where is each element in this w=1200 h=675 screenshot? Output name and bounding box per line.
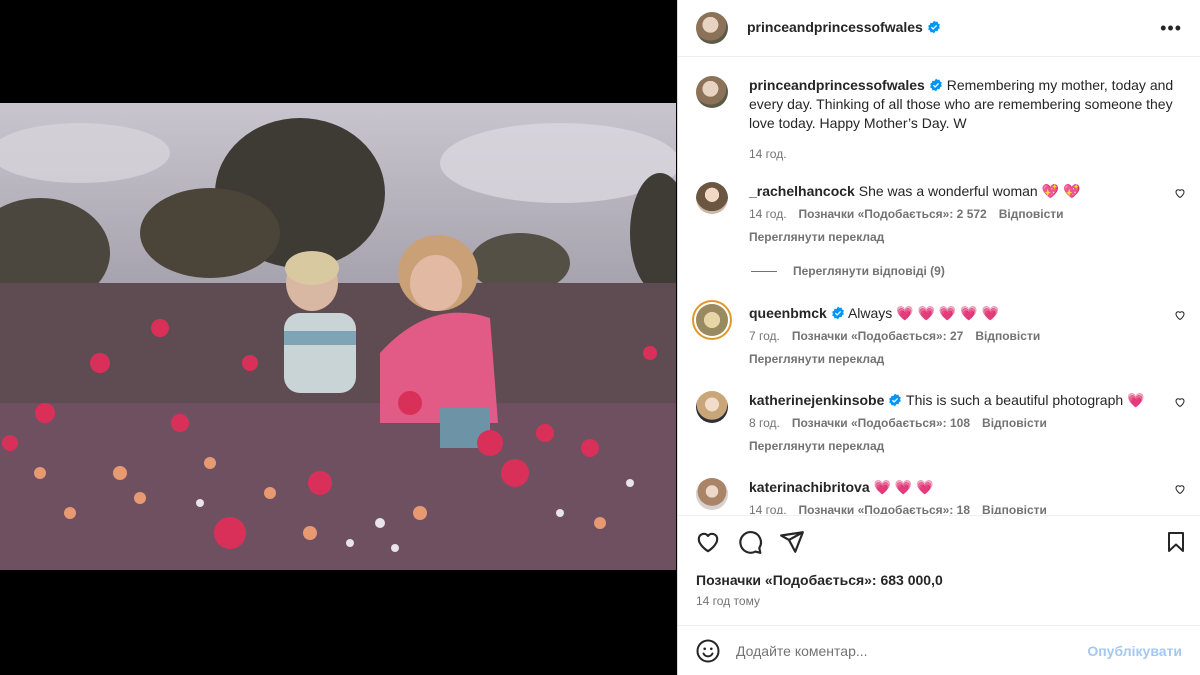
verified-badge-icon [928, 20, 940, 34]
comment-row: _rachelhancock She was a wonderful woman… [696, 182, 1186, 247]
comment-body: katerinachibritova 💗 💗 💗 14 год. Позначки… [749, 478, 1186, 514]
comment-time[interactable]: 14 год. [749, 501, 787, 514]
reply-button[interactable]: Відповісти [982, 414, 1047, 433]
like-comment-heart-icon[interactable] [1174, 396, 1186, 408]
caption-avatar[interactable] [696, 76, 728, 108]
verified-badge-icon [930, 78, 942, 92]
comment-avatar[interactable] [696, 478, 728, 510]
more-options-icon[interactable]: ••• [1160, 18, 1182, 39]
comment-likes[interactable]: Позначки «Подобається»: 18 [799, 501, 970, 514]
comment-row: katherinejenkinsobe This is such a beaut… [696, 391, 1186, 456]
comment-time[interactable]: 8 год. [749, 414, 780, 433]
reply-button[interactable]: Відповісти [982, 501, 1047, 514]
view-replies-label[interactable]: Переглянути відповіді (9) [793, 264, 945, 278]
comment-avatar-story-ring[interactable] [696, 304, 728, 336]
comment-username[interactable]: katerinachibritova [749, 479, 870, 495]
reply-button[interactable]: Відповісти [999, 205, 1064, 224]
emoji-picker-icon[interactable] [696, 639, 720, 663]
action-icons [695, 528, 1188, 556]
comment-text: Always [847, 305, 893, 321]
share-paper-plane-icon[interactable] [779, 529, 805, 555]
comment-avatar[interactable] [696, 182, 728, 214]
comment-text: She was a wonderful woman [858, 183, 1038, 199]
comment-body: katherinejenkinsobe This is such a beaut… [749, 391, 1186, 456]
see-translation-link[interactable]: Переглянути переклад [749, 437, 1186, 456]
comment-body: _rachelhancock She was a wonderful woman… [749, 182, 1186, 247]
comment-likes[interactable]: Позначки «Подобається»: 2 572 [799, 205, 987, 224]
comment-body: queenbmck Always 💗 💗 💗 💗 💗 7 год. Позначк… [749, 304, 1186, 369]
comments-list: princeandprincessofwales Remembering my … [678, 58, 1200, 514]
caption-username[interactable]: princeandprincessofwales [749, 77, 925, 93]
post-photo[interactable] [0, 103, 676, 570]
author-avatar[interactable] [696, 12, 728, 44]
comment-username[interactable]: queenbmck [749, 305, 827, 321]
save-bookmark-icon[interactable] [1164, 529, 1188, 555]
comment-time[interactable]: 7 год. [749, 327, 780, 346]
verified-badge-icon [831, 306, 844, 320]
comment-emojis: 💖 💖 [1041, 183, 1081, 199]
post-media [0, 0, 676, 675]
like-heart-icon[interactable] [695, 529, 721, 555]
comment-username[interactable]: katherinejenkinsobe [749, 392, 884, 408]
replies-divider [751, 270, 777, 272]
see-translation-link[interactable]: Переглянути переклад [749, 350, 1186, 369]
see-translation-link[interactable]: Переглянути переклад [749, 228, 1186, 247]
post-likes-count[interactable]: Позначки «Подобається»: 683 000,0 [696, 572, 943, 588]
post-detail-panel: princeandprincessofwales ••• princeandpr… [677, 0, 1200, 675]
post-date[interactable]: 14 год тому [696, 594, 760, 608]
verified-badge-icon [889, 393, 902, 407]
like-comment-heart-icon[interactable] [1174, 309, 1186, 321]
author-name-wrap: princeandprincessofwales [747, 19, 941, 37]
caption-row: princeandprincessofwales Remembering my … [696, 76, 1186, 164]
comment-bubble-icon[interactable] [737, 529, 763, 555]
comment-text: This is such a beautiful photograph [906, 392, 1124, 408]
comment-likes[interactable]: Позначки «Подобається»: 108 [792, 414, 970, 433]
comment-emojis: 💗 💗 💗 💗 💗 [896, 305, 999, 321]
comment-row: katerinachibritova 💗 💗 💗 14 год. Позначки… [696, 478, 1186, 514]
like-comment-heart-icon[interactable] [1174, 483, 1186, 495]
post-actions: Позначки «Подобається»: 683 000,0 14 год… [678, 515, 1200, 625]
comment-input[interactable]: Додайте коментар... [736, 643, 1087, 659]
photo-illustration [0, 103, 676, 570]
comment-emojis: 💗 💗 💗 [873, 479, 934, 495]
comment-row: queenbmck Always 💗 💗 💗 💗 💗 7 год. Позначк… [696, 304, 1186, 369]
comment-avatar[interactable] [696, 391, 728, 423]
publish-comment-button[interactable]: Опублікувати [1087, 643, 1182, 659]
reply-button[interactable]: Відповісти [975, 327, 1040, 346]
post-header: princeandprincessofwales ••• [678, 0, 1200, 57]
comment-username[interactable]: _rachelhancock [749, 183, 855, 199]
comment-time[interactable]: 14 год. [749, 205, 787, 224]
view-replies-link[interactable]: Переглянути відповіді (9) [751, 264, 945, 278]
author-username[interactable]: princeandprincessofwales [747, 19, 923, 35]
caption-body: princeandprincessofwales Remembering my … [749, 76, 1186, 164]
comment-composer: Додайте коментар... Опублікувати [678, 625, 1200, 675]
caption-time[interactable]: 14 год. [749, 145, 787, 164]
comment-emojis: 💗 [1127, 392, 1145, 408]
comment-likes[interactable]: Позначки «Подобається»: 27 [792, 327, 963, 346]
like-comment-heart-icon[interactable] [1174, 187, 1186, 199]
